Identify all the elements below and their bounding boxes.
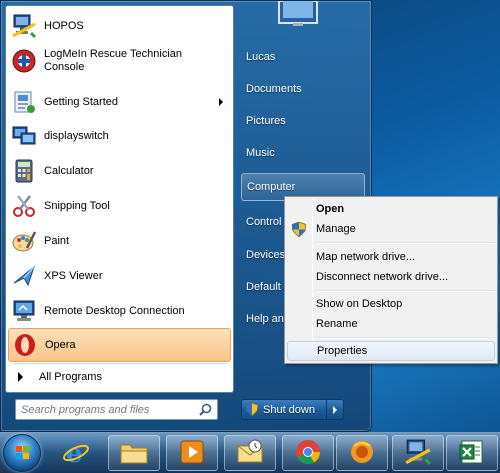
taskbar-media-player[interactable]	[166, 435, 218, 471]
right-item-label: Music	[246, 147, 275, 159]
shutdown-button[interactable]: Shut down	[241, 399, 327, 420]
uac-shield-icon	[246, 403, 258, 416]
program-item-opera[interactable]: Opera	[8, 328, 231, 362]
program-item-remote-desktop[interactable]: Remote Desktop Connection	[8, 294, 231, 328]
remote-desktop-icon	[9, 296, 39, 326]
menu-item-manage[interactable]: Manage	[287, 219, 495, 239]
right-item-label: Documents	[246, 83, 302, 95]
program-label: Getting Started	[44, 95, 118, 108]
menu-separator	[315, 242, 495, 244]
display-switch-icon	[9, 121, 39, 151]
menu-item-map-network-drive[interactable]: Map network drive...	[287, 247, 495, 267]
right-item-label: Default	[246, 281, 281, 293]
logmein-rescue-icon	[9, 46, 39, 76]
program-label: XPS Viewer	[44, 269, 103, 282]
right-item-label: Devices	[246, 249, 286, 261]
taskbar-chrome[interactable]	[282, 435, 334, 471]
search-box[interactable]	[15, 399, 218, 420]
user-picture-icon[interactable]	[269, 0, 329, 29]
program-label: HOPOS	[44, 19, 84, 32]
menu-item-label: Open	[316, 203, 345, 215]
hopos-network-icon	[9, 11, 39, 41]
menu-item-label: Show on Desktop	[316, 298, 403, 310]
computer-context-menu: Open Manage Map network drive... Disconn…	[284, 196, 498, 364]
program-label: displayswitch	[44, 129, 109, 142]
right-item-documents[interactable]: Documents	[241, 75, 365, 103]
program-item-getting-started[interactable]: Getting Started	[8, 85, 231, 119]
outlook-icon	[235, 438, 265, 469]
chrome-icon	[294, 438, 322, 469]
start-button[interactable]	[3, 434, 41, 472]
right-item-label: Lucas	[246, 51, 276, 63]
all-programs-label: All Programs	[39, 371, 102, 383]
right-item-label: Computer	[247, 181, 296, 193]
menu-item-label: Map network drive...	[316, 251, 416, 263]
shutdown-label: Shut down	[263, 403, 315, 416]
right-item-music[interactable]: Music	[241, 139, 365, 167]
search-icon[interactable]	[199, 403, 212, 419]
excel-icon	[458, 438, 486, 469]
menu-item-rename[interactable]: Rename	[287, 314, 495, 334]
right-item-pictures[interactable]: Pictures	[241, 107, 365, 135]
internet-explorer-icon: e	[62, 438, 90, 469]
right-item-label: Control	[246, 216, 282, 228]
taskbar-internet-explorer[interactable]: e	[50, 435, 102, 471]
menu-item-disconnect-network-drive[interactable]: Disconnect network drive...	[287, 267, 495, 287]
menu-item-label: Manage	[316, 223, 356, 235]
menu-separator	[315, 290, 495, 292]
media-player-icon	[178, 438, 206, 469]
paint-palette-icon	[9, 226, 39, 256]
program-label: Calculator	[44, 164, 94, 177]
taskbar-hopos[interactable]	[392, 435, 444, 471]
program-label: Paint	[44, 234, 70, 247]
scissors-icon	[9, 191, 39, 221]
xps-viewer-icon	[9, 261, 39, 291]
windows-logo-icon	[16, 446, 29, 459]
program-item-logmein[interactable]: LogMeIn Rescue Technician Console	[8, 44, 231, 78]
program-label: Opera	[45, 338, 76, 351]
all-programs-button[interactable]: All Programs	[8, 364, 231, 390]
program-item-xps-viewer[interactable]: XPS Viewer	[8, 259, 231, 293]
search-input[interactable]	[21, 403, 196, 416]
program-label: Remote Desktop Connection	[44, 304, 185, 317]
program-item-snipping-tool[interactable]: Snipping Tool	[8, 189, 231, 223]
menu-item-label: Disconnect network drive...	[316, 271, 449, 283]
getting-started-icon	[9, 87, 39, 117]
menu-separator	[315, 337, 495, 339]
chevron-right-icon	[333, 405, 337, 414]
shutdown-options-button[interactable]	[327, 399, 344, 420]
windows-explorer-icon	[119, 439, 149, 468]
firefox-icon	[348, 438, 376, 469]
expand-arrow-icon	[18, 372, 23, 382]
right-item-label: Pictures	[246, 115, 286, 127]
program-label: LogMeIn Rescue Technician Console	[44, 48, 182, 73]
program-item-calculator[interactable]: Calculator	[8, 154, 231, 188]
hopos-network-icon	[404, 438, 432, 469]
calculator-icon	[9, 156, 39, 186]
taskbar-excel[interactable]	[446, 435, 498, 471]
right-item-user[interactable]: Lucas	[241, 43, 365, 71]
submenu-arrow-icon	[219, 98, 223, 106]
taskbar-outlook[interactable]	[224, 435, 276, 471]
program-label: Snipping Tool	[44, 199, 110, 212]
program-item-hopos[interactable]: HOPOS	[8, 9, 231, 43]
menu-item-label: Properties	[317, 345, 368, 357]
menu-item-show-on-desktop[interactable]: Show on Desktop	[287, 294, 495, 314]
program-item-paint[interactable]: Paint	[8, 224, 231, 258]
menu-item-label: Rename	[316, 318, 358, 330]
menu-item-properties[interactable]: Properties	[287, 341, 495, 361]
menu-item-open[interactable]: Open	[287, 199, 495, 219]
programs-pane: HOPOS LogMeIn Rescue Technician Console	[5, 5, 234, 393]
taskbar-firefox[interactable]	[336, 435, 388, 471]
taskbar-windows-explorer[interactable]	[108, 435, 160, 471]
opera-icon	[10, 330, 40, 360]
program-item-displayswitch[interactable]: displayswitch	[8, 119, 231, 153]
